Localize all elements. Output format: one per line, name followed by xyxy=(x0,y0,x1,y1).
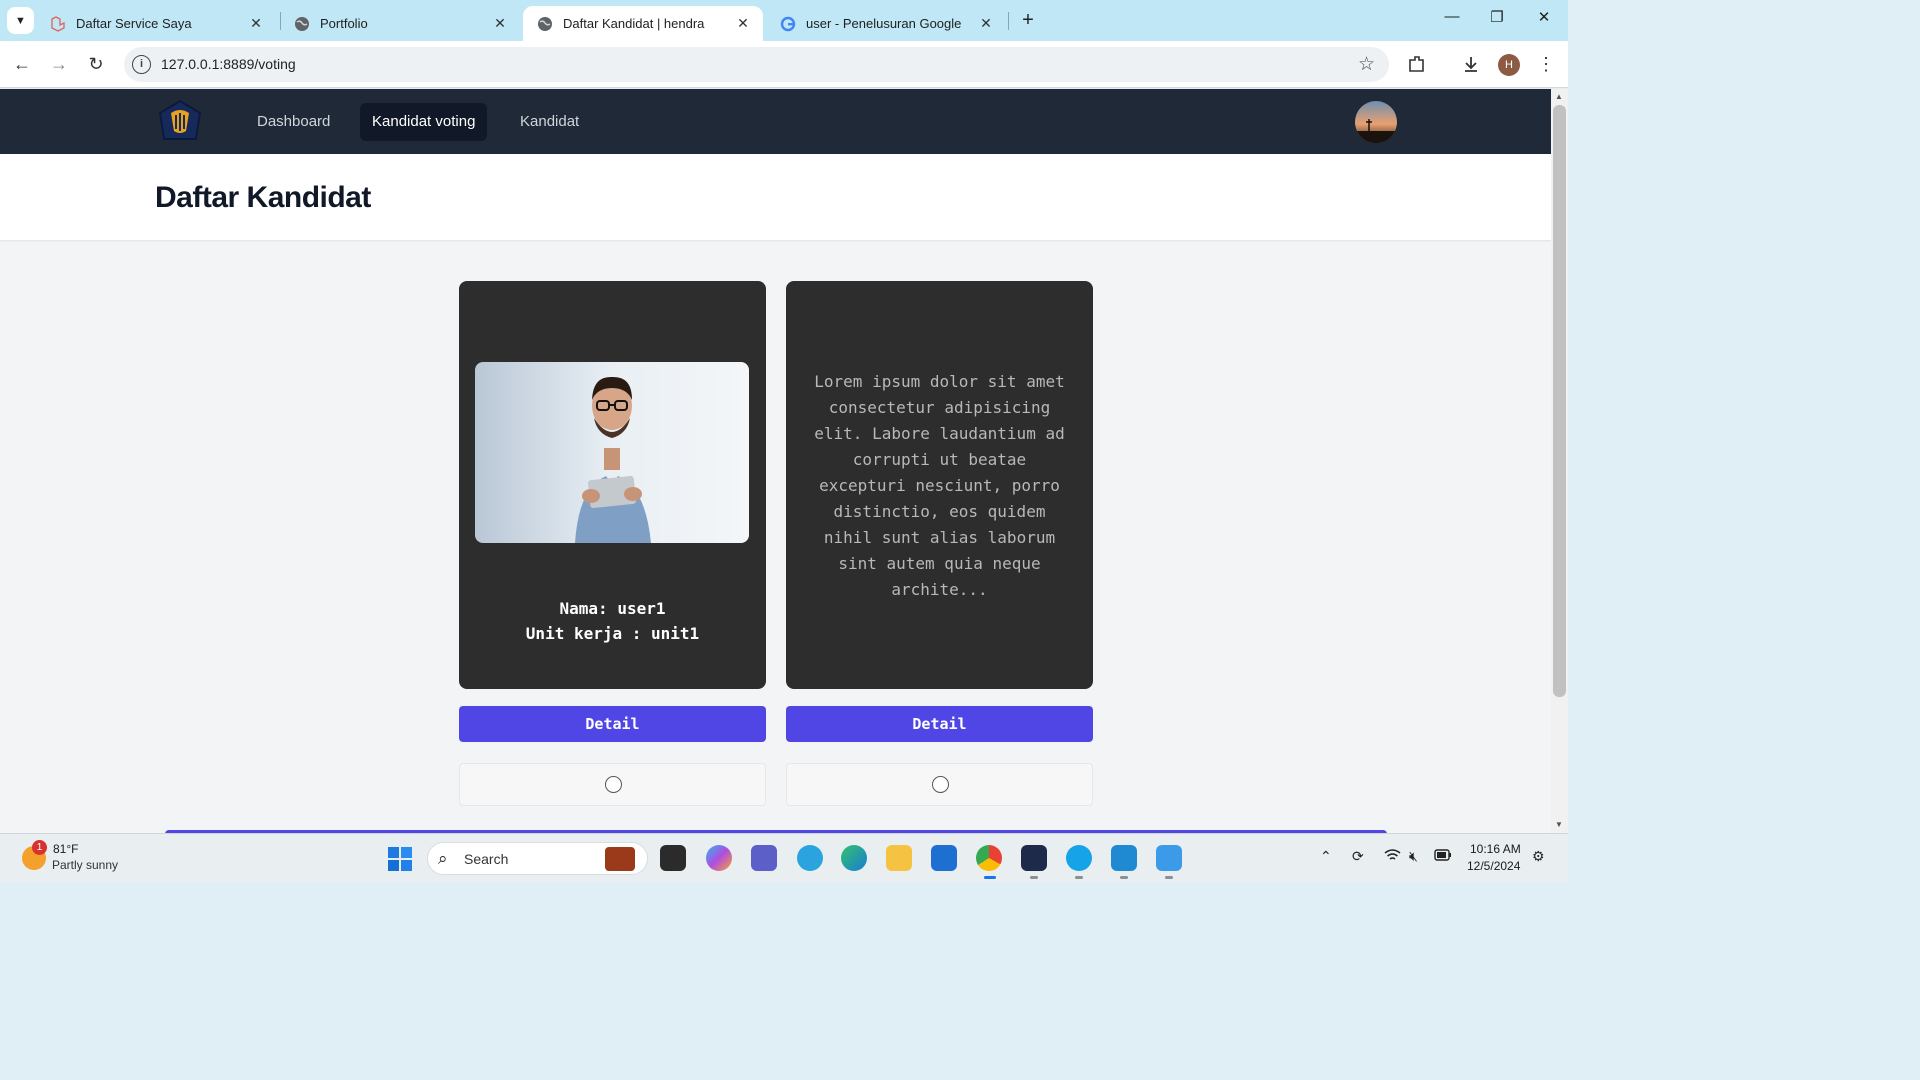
tab-daftar-kandidat[interactable]: Daftar Kandidat | hendra ✕ xyxy=(523,6,763,41)
task-view-icon[interactable] xyxy=(660,845,686,871)
minimize-icon[interactable]: — xyxy=(1438,8,1466,32)
address-bar[interactable]: i 127.0.0.1:8889/voting ☆ xyxy=(124,47,1389,82)
close-tab-icon[interactable]: ✕ xyxy=(978,15,994,32)
photos-icon[interactable] xyxy=(1156,845,1182,871)
weather-condition[interactable]: Partly sunny xyxy=(52,858,118,872)
download-icon[interactable] xyxy=(1458,51,1484,77)
copilot-icon[interactable] xyxy=(706,845,732,871)
candidate-card: Lorem ipsum dolor sit amet consectetur a… xyxy=(786,281,1093,689)
clock-date[interactable]: 12/5/2024 xyxy=(1467,859,1520,873)
app-indicator xyxy=(1120,876,1128,879)
app-indicator xyxy=(1030,876,1038,879)
reload-icon[interactable]: ↻ xyxy=(83,51,109,77)
candidate-photo xyxy=(475,362,749,543)
detail-button[interactable]: Detail xyxy=(459,706,766,742)
search-highlight-image xyxy=(605,847,635,871)
notifications-icon[interactable]: ⚙︎ xyxy=(1532,848,1545,865)
menu-dots-icon[interactable]: ⋮ xyxy=(1533,51,1559,77)
profile-avatar[interactable]: H xyxy=(1498,54,1520,76)
battery-icon[interactable] xyxy=(1434,848,1452,864)
vote-option xyxy=(459,763,766,806)
laravel-icon xyxy=(50,15,66,32)
mail-icon[interactable] xyxy=(931,845,957,871)
tab-divider xyxy=(1008,12,1009,30)
nav-link-kandidat[interactable]: Kandidat xyxy=(508,103,591,141)
vote-option xyxy=(786,763,1093,806)
chrome-icon[interactable] xyxy=(976,845,1002,871)
teams-icon[interactable] xyxy=(751,845,777,871)
user-avatar[interactable] xyxy=(1355,101,1397,143)
url-text[interactable]: 127.0.0.1:8889/voting xyxy=(161,56,296,72)
vote-radio[interactable] xyxy=(605,776,622,793)
chevron-up-icon[interactable]: ⌃ xyxy=(1320,848,1332,865)
page-scrollbar[interactable]: ▲ ▼ xyxy=(1551,89,1568,833)
detail-button[interactable]: Detail xyxy=(786,706,1093,742)
candidate-card: Nama: user1 Unit kerja : unit1 xyxy=(459,281,766,689)
close-window-icon[interactable]: ✕ xyxy=(1530,8,1558,32)
close-tab-icon[interactable]: ✕ xyxy=(492,15,508,32)
candidate-unit: Unit kerja : unit1 xyxy=(525,624,700,643)
app-icon[interactable] xyxy=(1066,845,1092,871)
search-icon: ⌕ xyxy=(438,849,448,868)
chevron-down-icon: ▼ xyxy=(15,14,26,27)
close-tab-icon[interactable]: ✕ xyxy=(248,15,264,32)
google-icon xyxy=(780,16,796,32)
page-title: Daftar Kandidat xyxy=(155,181,371,214)
nav-link-kandidat-voting[interactable]: Kandidat voting xyxy=(360,103,488,141)
scroll-down-icon[interactable]: ▼ xyxy=(1555,820,1563,829)
app-navbar: Dashboard Kandidat voting Kandidat xyxy=(0,89,1551,154)
extensions-icon[interactable] xyxy=(1404,51,1430,77)
weather-temperature[interactable]: 81°F xyxy=(53,842,78,856)
app-indicator xyxy=(1075,876,1083,879)
candidate-description: Lorem ipsum dolor sit amet consectetur a… xyxy=(814,372,1065,599)
tab-daftar-service[interactable]: Daftar Service Saya ✕ xyxy=(36,6,276,41)
close-tab-icon[interactable]: ✕ xyxy=(735,15,751,32)
windows-taskbar: 1 81°F Partly sunny ⌕ Search ⌃ ⟳ 🔇︎ 10:1… xyxy=(0,833,1568,882)
file-explorer-icon[interactable] xyxy=(886,845,912,871)
bookmark-star-icon[interactable]: ☆ xyxy=(1358,53,1375,76)
candidate-name: Nama: user1 xyxy=(559,599,666,618)
weather-badge: 1 xyxy=(32,840,47,855)
page-content: Dashboard Kandidat voting Kandidat Dafta… xyxy=(0,89,1551,833)
browser-toolbar: ← → ↻ i 127.0.0.1:8889/voting ☆ ⋮ xyxy=(0,41,1568,88)
terminal-app-icon[interactable] xyxy=(1021,845,1047,871)
sync-icon[interactable]: ⟳ xyxy=(1352,848,1364,865)
scroll-up-icon[interactable]: ▲ xyxy=(1555,92,1563,101)
back-arrow-icon[interactable]: ← xyxy=(9,51,35,77)
forward-arrow-icon[interactable]: → xyxy=(46,51,72,77)
scroll-thumb[interactable] xyxy=(1553,105,1566,697)
app-indicator xyxy=(1165,876,1173,879)
restore-icon[interactable]: ❐ xyxy=(1483,8,1511,32)
page-header: Daftar Kandidat xyxy=(0,154,1551,240)
tab-portfolio[interactable]: Portfolio ✕ xyxy=(280,6,520,41)
speaker-muted-icon[interactable]: 🔇︎ xyxy=(1409,848,1418,865)
taskbar-search[interactable]: ⌕ Search xyxy=(427,842,648,875)
new-tab-button[interactable]: + xyxy=(1015,8,1041,34)
edge-icon[interactable] xyxy=(841,845,867,871)
site-info-icon[interactable]: i xyxy=(132,55,151,74)
windows-start-icon[interactable] xyxy=(387,846,413,872)
logo-emblem-icon[interactable] xyxy=(156,99,204,145)
nav-link-dashboard[interactable]: Dashboard xyxy=(245,103,342,141)
vscode-icon[interactable] xyxy=(1111,845,1137,871)
tab-search-button[interactable]: ▼ xyxy=(7,7,34,34)
wifi-icon[interactable] xyxy=(1384,848,1401,865)
telegram-icon[interactable] xyxy=(797,845,823,871)
globe-icon xyxy=(294,16,310,32)
tab-google-search[interactable]: user - Penelusuran Google ✕ xyxy=(766,6,1006,41)
vote-radio[interactable] xyxy=(932,776,949,793)
globe-icon xyxy=(537,16,553,32)
active-app-indicator xyxy=(984,876,996,879)
clock-time[interactable]: 10:16 AM xyxy=(1470,842,1521,856)
tab-strip: ▼ Daftar Service Saya ✕ Portfolio ✕ Daft… xyxy=(0,0,1568,41)
